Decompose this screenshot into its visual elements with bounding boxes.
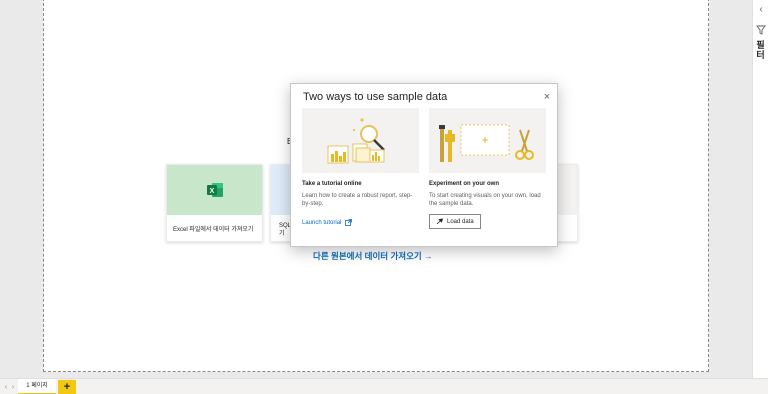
chevron-left-icon[interactable]: ‹ (756, 4, 766, 16)
tutorial-title: Take a tutorial online (302, 181, 362, 187)
page-tab-1[interactable]: 1 페이지 (18, 379, 56, 394)
next-page-arrow-icon[interactable]: › (9, 382, 17, 392)
experiment-option: Experiment on your own To start creating… (429, 108, 546, 230)
excel-tile-label: Excel 파일에서 데이터 가져오기 (173, 227, 254, 233)
experiment-illustration-art (439, 124, 534, 162)
load-data-label: Load data (447, 218, 474, 225)
filters-pane: ‹ 필터 (752, 0, 768, 378)
filter-icon[interactable] (756, 24, 766, 36)
launch-tutorial-label: Launch tutorial (302, 220, 342, 227)
tutorial-illustration (302, 108, 419, 173)
dialog-title: Two ways to use sample data (303, 91, 448, 103)
sql-tile-header (271, 165, 291, 215)
experiment-title: Experiment on your own (429, 181, 500, 187)
sql-tile-label: SQL 기 (279, 223, 291, 237)
add-page-button[interactable]: + (58, 380, 76, 394)
tutorial-description: Learn how to create a robust report, ste… (302, 193, 413, 207)
close-icon[interactable]: × (542, 92, 552, 103)
svg-text:X: X (209, 188, 214, 195)
tutorial-illustration-art (327, 118, 385, 164)
page-tabs-bar: ‹ › 1 페이지 + (0, 378, 768, 394)
launch-tutorial-link[interactable]: Launch tutorial (302, 219, 352, 226)
sample-tile-header (557, 165, 577, 215)
other-sources-link[interactable]: 다른 원본에서 데이터 가져오기 → (313, 250, 433, 262)
sample-data-tile[interactable] (556, 164, 578, 242)
external-link-icon (345, 219, 352, 226)
experiment-illustration (429, 108, 546, 173)
load-data-icon (436, 218, 443, 225)
tutorial-option: Take a tutorial online Learn how to crea… (302, 108, 419, 229)
filters-pane-label: 필터 (755, 40, 765, 60)
sql-import-tile[interactable]: SQL 기 (270, 164, 292, 242)
load-data-button[interactable]: Load data (429, 214, 481, 229)
sample-data-dialog: Two ways to use sample data × Take a tut… (290, 83, 558, 247)
experiment-description: To start creating visuals on your own, l… (429, 193, 541, 207)
excel-import-tile[interactable]: X Excel 파일에서 데이터 가져오기 (166, 164, 263, 242)
excel-icon: X (206, 183, 223, 197)
excel-tile-header: X (167, 165, 262, 215)
